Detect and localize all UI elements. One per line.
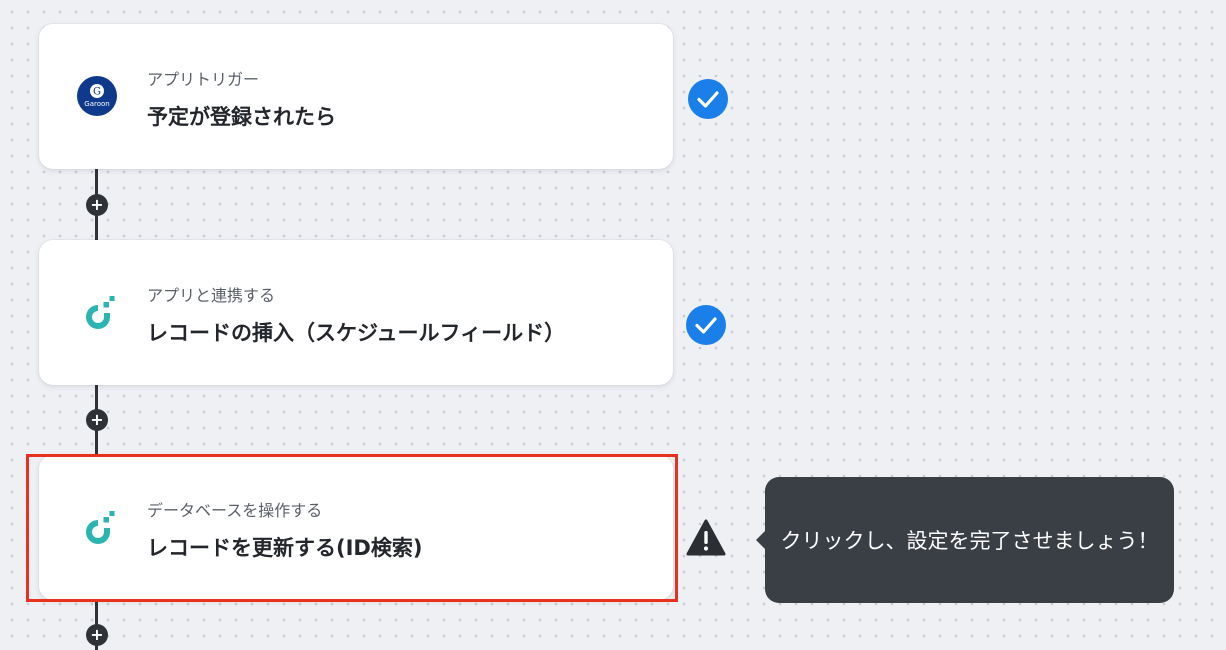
- svg-text:Garoon: Garoon: [84, 100, 109, 108]
- step-type-label: データベースを操作する: [147, 501, 323, 520]
- add-step-button[interactable]: +: [86, 194, 108, 216]
- flow-step-card-database[interactable]: データベースを操作する レコードを更新する(ID検索): [39, 455, 673, 600]
- check-icon: [688, 79, 728, 119]
- tooltip-text: クリックし、設定を完了させましょう！: [780, 529, 1159, 553]
- teal-app-logo-icon: [86, 296, 115, 329]
- add-step-button[interactable]: +: [86, 624, 108, 646]
- step-title: レコードを更新する(ID検索): [147, 536, 423, 560]
- flow-step-card-trigger[interactable]: G Garoon アプリトリガー 予定が登録されたら: [39, 24, 673, 169]
- flow-step-card-app-action[interactable]: アプリと連携する レコードの挿入（スケジュールフィールド）: [39, 240, 673, 385]
- setup-hint-tooltip: クリックし、設定を完了させましょう！: [756, 477, 1174, 603]
- check-icon: [686, 305, 726, 345]
- teal-app-logo-icon: [86, 511, 115, 544]
- warning-icon: [686, 519, 726, 556]
- step-title: 予定が登録されたら: [147, 105, 336, 129]
- svg-text:G: G: [93, 87, 101, 98]
- step-type-label: アプリと連携する: [147, 286, 276, 305]
- step-title: レコードの挿入（スケジュールフィールド）: [147, 321, 566, 345]
- garoon-logo-icon: G Garoon: [77, 76, 117, 116]
- add-step-button[interactable]: +: [86, 409, 108, 431]
- step-type-label: アプリトリガー: [147, 70, 260, 89]
